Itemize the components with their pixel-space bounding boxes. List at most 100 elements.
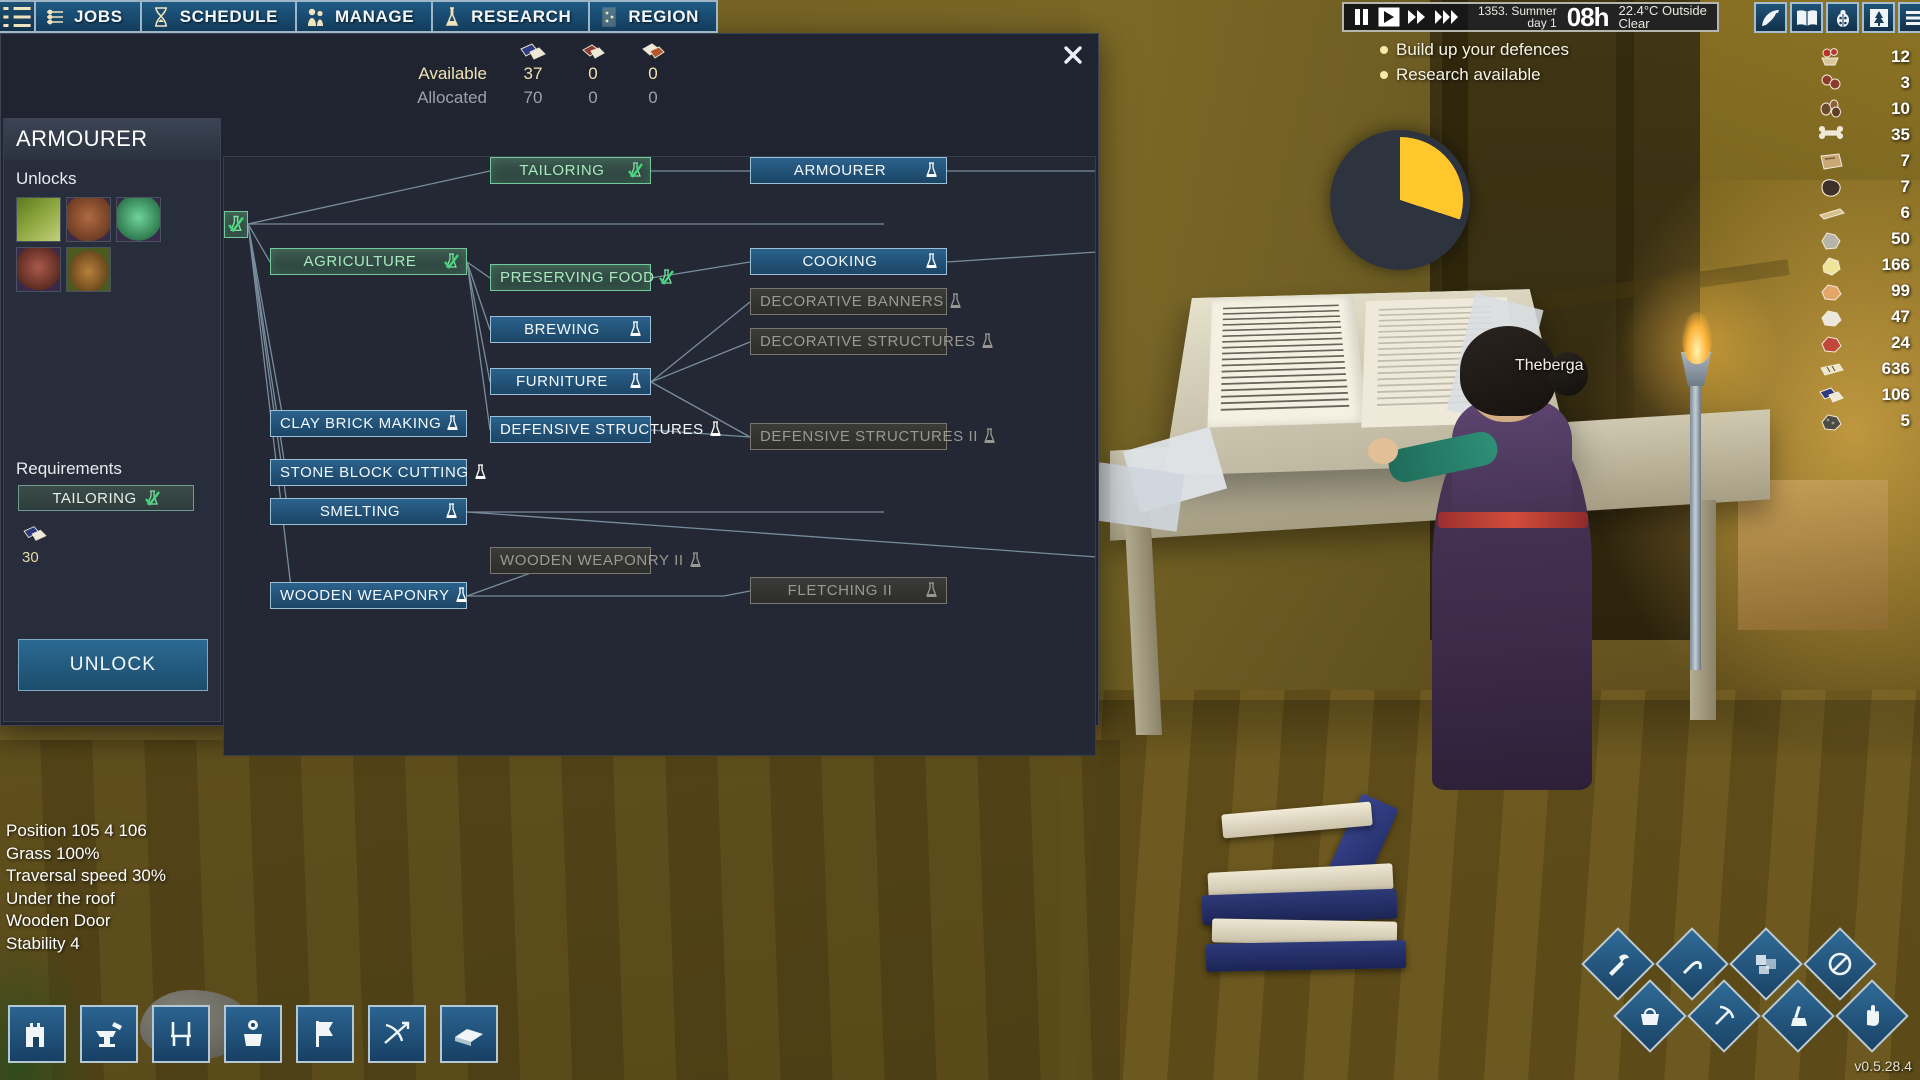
castle-icon <box>26 1023 44 1047</box>
tech-node-decorative-structures[interactable]: DECORATIVE STRUCTURES <box>750 328 993 355</box>
tech-node-smelting[interactable]: SMELTING <box>270 498 467 525</box>
resource-value: 10 <box>1891 99 1910 118</box>
tree-button[interactable] <box>1862 2 1895 33</box>
tech-node-agriculture[interactable]: AGRICULTURE <box>270 248 467 275</box>
weather-display: 22.4°C Outside Clear <box>1619 4 1707 30</box>
storage-button[interactable] <box>224 1005 282 1063</box>
tab-research[interactable]: RESEARCH <box>433 0 591 33</box>
tech-node-wooden-weaponry-ii[interactable]: WOODEN WEAPONRY II <box>490 547 701 574</box>
terrain-button[interactable] <box>440 1005 498 1063</box>
tech-tree-links <box>247 170 1095 597</box>
book-button[interactable] <box>1790 2 1823 33</box>
pause-icon[interactable] <box>1352 7 1372 27</box>
resource-row[interactable]: 5 <box>1818 408 1914 434</box>
flask-icon <box>926 253 937 268</box>
flask-icon <box>949 293 961 308</box>
dig-tool-button[interactable] <box>1687 979 1761 1053</box>
flask-icon <box>447 415 459 430</box>
green-gambeson-icon[interactable] <box>116 197 161 242</box>
tech-tree-root-node[interactable] <box>224 211 248 238</box>
broom-icon <box>1791 1005 1807 1026</box>
tech-node-clay-brick-making[interactable]: CLAY BRICK MAKING <box>270 410 467 437</box>
resource-row[interactable]: 10 <box>1818 96 1914 122</box>
leather-vest-icon[interactable] <box>66 197 111 242</box>
unlock-items-grid <box>4 195 220 292</box>
tech-node-label: FLETCHING II <box>787 582 893 599</box>
resource-row[interactable]: 6 <box>1818 200 1914 226</box>
notification-item[interactable]: Research available <box>1380 65 1569 85</box>
tech-node-label: TAILORING <box>519 162 605 179</box>
ff-icon[interactable] <box>1406 7 1428 27</box>
tech-node-brewing[interactable]: BREWING <box>490 316 651 343</box>
tech-node-furniture[interactable]: FURNITURE <box>490 368 651 395</box>
requirement-node-tailoring[interactable]: TAILORING <box>18 485 194 511</box>
tech-node-fletching-ii[interactable]: FLETCHING II <box>750 577 947 604</box>
resource-row[interactable]: 106 <box>1818 382 1914 408</box>
list-icon <box>3 6 31 27</box>
leather-helmet-icon[interactable] <box>16 247 61 292</box>
gather-tool-button[interactable] <box>1613 979 1687 1053</box>
allocated-value: 0 <box>588 88 598 107</box>
menu-button[interactable] <box>1898 2 1920 33</box>
notification-item[interactable]: Build up your defences <box>1380 40 1569 60</box>
resource-row[interactable]: 7 <box>1818 174 1914 200</box>
flask-check-icon <box>144 489 160 506</box>
close-button[interactable] <box>1060 42 1086 68</box>
resource-value: 166 <box>1881 255 1910 274</box>
tech-node-cooking[interactable]: COOKING <box>750 248 947 275</box>
grab-tool-button[interactable] <box>1835 979 1909 1053</box>
tech-node-preserving-food[interactable]: PRESERVING FOOD <box>490 264 674 291</box>
main-menu-button[interactable] <box>0 0 36 33</box>
tech-node-armourer[interactable]: ARMOURER <box>750 157 947 184</box>
military-button[interactable] <box>368 1005 426 1063</box>
crate-prop[interactable] <box>1738 480 1888 630</box>
resource-row[interactable]: 7 <box>1818 148 1914 174</box>
tech-tree-canvas[interactable]: TAILORING ARMOURER AGRICULTURE PRESERVING F… <box>223 156 1096 756</box>
resource-row[interactable]: 47 <box>1818 304 1914 330</box>
daylight-clock[interactable] <box>1330 130 1470 270</box>
research-cost-value: 30 <box>22 549 39 566</box>
crafting-button[interactable] <box>80 1005 138 1063</box>
resource-row[interactable]: 99 <box>1818 278 1914 304</box>
resource-row[interactable]: 12 <box>1818 44 1914 70</box>
tech-node-stone-block-cutting[interactable]: STONE BLOCK CUTTING <box>270 459 486 486</box>
tech-node-label: BREWING <box>524 321 600 338</box>
tech-node-wooden-weaponry[interactable]: WOODEN WEAPONRY <box>270 582 467 609</box>
build-toolbar <box>8 1005 498 1063</box>
resource-row[interactable]: 166 <box>1818 252 1914 278</box>
furniture-button[interactable] <box>152 1005 210 1063</box>
tile-info-panel: Position 105 4 106 Grass 100% Traversal … <box>6 820 166 955</box>
map-scroll-icon <box>602 6 617 27</box>
header-icon-bar <box>1754 2 1920 33</box>
unlock-button[interactable]: UNLOCK <box>18 639 208 691</box>
tab-jobs[interactable]: JOBS <box>36 0 142 33</box>
tab-schedule[interactable]: SCHEDULE <box>141 0 298 33</box>
resource-row[interactable]: 636 <box>1818 356 1914 382</box>
tech-node-defensive-structures-ii[interactable]: DEFENSIVE STRUCTURES II <box>750 423 995 450</box>
resource-row[interactable]: 24 <box>1818 330 1914 356</box>
scroll-red-icon-cell <box>563 36 623 62</box>
play-icon[interactable] <box>1378 7 1400 27</box>
available-label: Available <box>418 64 487 83</box>
tech-node-label: CLAY BRICK MAKING <box>280 415 442 432</box>
bug-button[interactable] <box>1826 2 1859 33</box>
tab-region[interactable]: REGION <box>590 0 719 33</box>
tab-manage[interactable]: MANAGE <box>297 0 434 33</box>
overview-button[interactable] <box>1754 2 1787 33</box>
fff-icon[interactable] <box>1434 7 1460 27</box>
tech-node-decorative-banners[interactable]: DECORATIVE BANNERS <box>750 288 961 315</box>
book-prop[interactable] <box>1205 940 1407 972</box>
tech-node-tailoring[interactable]: TAILORING <box>490 157 651 184</box>
decoration-button[interactable] <box>296 1005 354 1063</box>
resource-row[interactable]: 50 <box>1818 226 1914 252</box>
build-button[interactable] <box>8 1005 66 1063</box>
wooden-shield-icon[interactable] <box>66 247 111 292</box>
clean-tool-button[interactable] <box>1761 979 1835 1053</box>
resource-row[interactable]: 35 <box>1818 122 1914 148</box>
tech-node-defensive-structures[interactable]: DEFENSIVE STRUCTURES <box>490 416 721 443</box>
armourer-workbench-icon[interactable] <box>16 197 61 242</box>
date-time-panel[interactable]: 1353. Summer day 1 08h 22.4°C Outside Cl… <box>1468 2 1719 32</box>
resource-row[interactable]: 3 <box>1818 70 1914 96</box>
banner-icon <box>316 1021 333 1047</box>
day-label: day 1 <box>1527 16 1557 30</box>
